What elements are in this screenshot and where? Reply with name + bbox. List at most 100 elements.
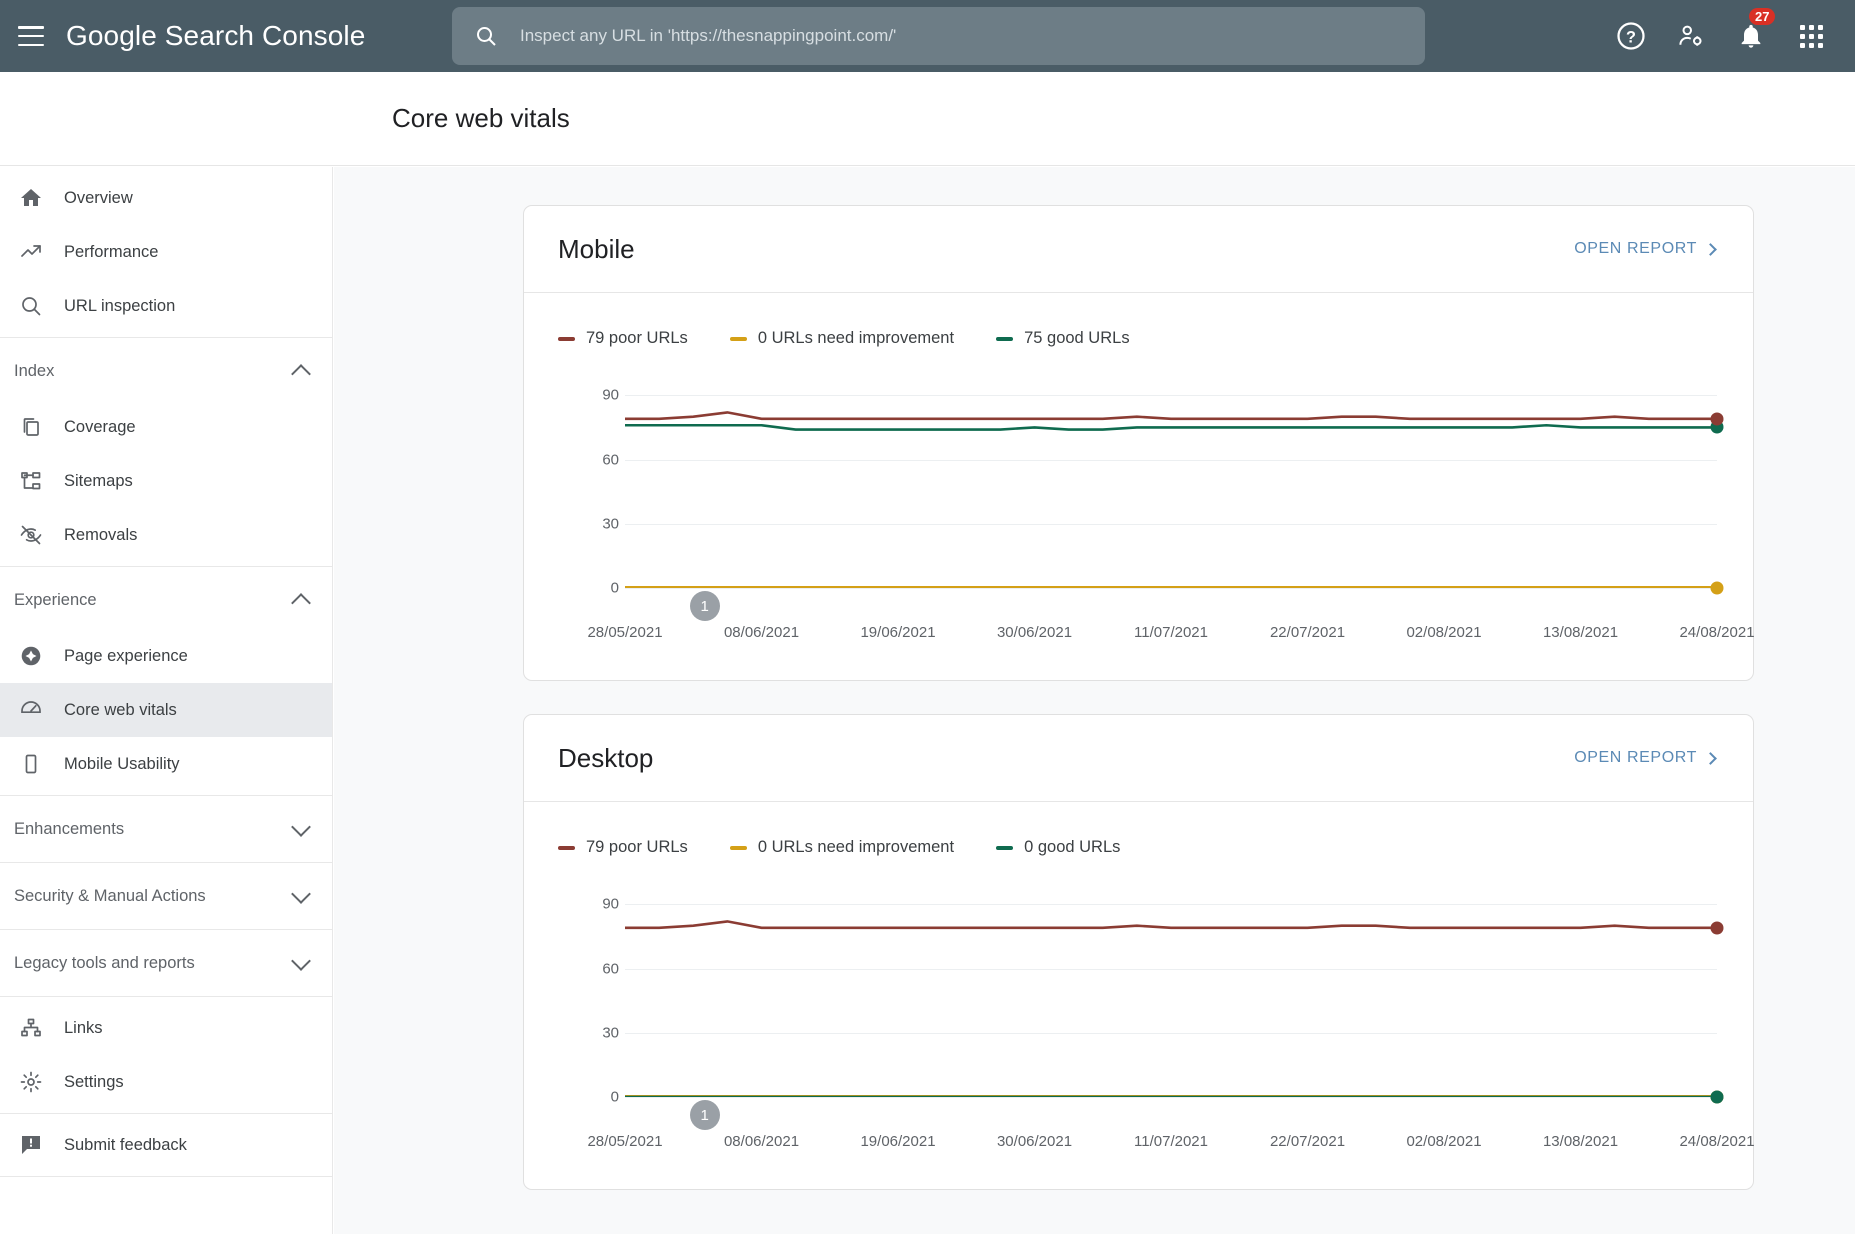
- x-axis-tick: 02/08/2021: [1406, 624, 1481, 641]
- apps-grid-icon[interactable]: [1781, 0, 1841, 72]
- legend-swatch-poor: [558, 846, 575, 850]
- x-axis-tick: 24/08/2021: [1679, 624, 1754, 641]
- links-icon: [18, 1015, 44, 1041]
- sitemap-icon: [18, 468, 44, 494]
- chevron-up-icon: [291, 593, 311, 613]
- brand-rest: Search Console: [157, 20, 366, 51]
- series-endpoint-dot[interactable]: [1711, 582, 1724, 595]
- top-header: Google Search Console ? 27: [0, 0, 1855, 72]
- trending-up-icon: [18, 239, 44, 265]
- sidebar-section-index[interactable]: Index: [0, 342, 332, 400]
- plot-area: 0306090: [625, 885, 1717, 1097]
- sidebar-section-legacy-tools-and-reports[interactable]: Legacy tools and reports: [0, 934, 332, 992]
- gear-icon: [18, 1069, 44, 1095]
- x-axis-tick: 22/07/2021: [1270, 1133, 1345, 1150]
- sidebar-section-label: Experience: [14, 591, 97, 610]
- chart-legend-mobile: 79 poor URLs 0 URLs need improvement 75 go…: [524, 293, 1753, 348]
- sidebar-item-core-web-vitals[interactable]: Core web vitals: [0, 683, 332, 737]
- series-lines: [625, 376, 1717, 588]
- y-axis-tick: 30: [559, 515, 619, 532]
- sidebar-item-label: Overview: [64, 189, 133, 208]
- gridline: [625, 1097, 1717, 1098]
- eye-off-icon: [18, 522, 44, 548]
- sidebar-section-label: Index: [14, 362, 54, 381]
- legend-label: 79 poor URLs: [586, 329, 688, 348]
- card-header: Desktop OPEN REPORT: [524, 715, 1753, 802]
- main-content: Mobile OPEN REPORT 79 poor URLs0 URLs ne…: [334, 167, 1855, 1234]
- core-web-vitals-chart-desktop: 28/05/202108/06/202119/06/202130/06/2021…: [524, 875, 1753, 1165]
- search-input[interactable]: [520, 26, 1380, 46]
- sidebar-section-security-manual-actions[interactable]: Security & Manual Actions: [0, 867, 332, 925]
- sidebar-item-label: Settings: [64, 1073, 124, 1092]
- x-axis-tick: 08/06/2021: [724, 624, 799, 641]
- help-circle-icon[interactable]: ?: [1601, 0, 1661, 72]
- sidebar-group: Overview PerformanceURL inspection: [0, 167, 332, 338]
- sidebar-section-experience[interactable]: Experience: [0, 571, 332, 629]
- y-axis-tick: 60: [559, 960, 619, 977]
- notification-bell-icon[interactable]: 27: [1721, 0, 1781, 72]
- legend-entry[interactable]: 0 URLs need improvement: [730, 838, 954, 857]
- series-line: [625, 425, 1717, 429]
- legend-entry[interactable]: 75 good URLs: [996, 329, 1130, 348]
- sidebar-item-submit-feedback[interactable]: Submit feedback: [0, 1118, 332, 1172]
- y-axis-tick: 90: [559, 387, 619, 404]
- sidebar-group: Index Coverage SitemapsRemovals: [0, 338, 332, 567]
- sidebar-item-label: Coverage: [64, 418, 136, 437]
- series-endpoint-dot[interactable]: [1711, 412, 1724, 425]
- sidebar-item-performance[interactable]: Performance: [0, 225, 332, 279]
- series-line: [625, 921, 1717, 927]
- core-web-vitals-card-mobile: Mobile OPEN REPORT 79 poor URLs0 URLs ne…: [523, 205, 1754, 681]
- legend-label: 79 poor URLs: [586, 838, 688, 857]
- core-web-vitals-card-desktop: Desktop OPEN REPORT 79 poor URLs 0 URLs n…: [523, 714, 1754, 1190]
- chart-annotation-marker[interactable]: 1: [690, 1100, 720, 1130]
- series-endpoint-dot[interactable]: [1711, 1091, 1724, 1104]
- sidebar-item-links[interactable]: Links: [0, 1001, 332, 1055]
- pages-copy-icon: [18, 414, 44, 440]
- chevron-down-icon: [291, 951, 311, 971]
- legend-label: 0 URLs need improvement: [758, 329, 954, 348]
- sidebar-item-removals[interactable]: Removals: [0, 508, 332, 562]
- chart-annotation-marker[interactable]: 1: [690, 591, 720, 621]
- y-axis-tick: 60: [559, 451, 619, 468]
- sidebar-item-settings[interactable]: Settings: [0, 1055, 332, 1109]
- open-report-link-desktop[interactable]: OPEN REPORT: [1574, 749, 1715, 767]
- legend-entry[interactable]: 79 poor URLs: [558, 329, 688, 348]
- sidebar-section-label: Legacy tools and reports: [14, 954, 195, 973]
- hamburger-menu-icon[interactable]: [18, 26, 44, 46]
- y-axis-tick: 90: [559, 896, 619, 913]
- series-endpoint-dot[interactable]: [1711, 921, 1724, 934]
- sidebar-item-sitemaps[interactable]: Sitemaps: [0, 454, 332, 508]
- sidebar-item-label: Core web vitals: [64, 701, 177, 720]
- chevron-right-icon: [1704, 752, 1717, 765]
- legend-entry[interactable]: 0 good URLs: [996, 838, 1120, 857]
- y-axis-tick: 30: [559, 1024, 619, 1041]
- brand-google: Google: [66, 20, 157, 51]
- chart-legend-desktop: 79 poor URLs 0 URLs need improvement 0 goo…: [524, 802, 1753, 857]
- home-icon: [18, 185, 44, 211]
- x-axis-tick: 02/08/2021: [1406, 1133, 1481, 1150]
- chevron-down-icon: [291, 884, 311, 904]
- sidebar-group: Links Settings: [0, 997, 332, 1114]
- sidebar-item-coverage[interactable]: Coverage: [0, 400, 332, 454]
- x-axis-tick: 22/07/2021: [1270, 624, 1345, 641]
- sidebar-section-enhancements[interactable]: Enhancements: [0, 800, 332, 858]
- page-title: Core web vitals: [392, 103, 570, 134]
- svg-text:?: ?: [1626, 28, 1636, 46]
- sidebar-item-url-inspection[interactable]: URL inspection: [0, 279, 332, 333]
- url-inspection-searchbox[interactable]: [452, 7, 1425, 65]
- gridline: [625, 588, 1717, 589]
- header-icon-group: ? 27: [1601, 0, 1841, 72]
- sidebar-section-label: Security & Manual Actions: [14, 887, 206, 906]
- legend-entry[interactable]: 0 URLs need improvement: [730, 329, 954, 348]
- series-line: [625, 412, 1717, 418]
- open-report-link-mobile[interactable]: OPEN REPORT: [1574, 240, 1715, 258]
- sidebar-group: Enhancements: [0, 796, 332, 863]
- x-axis-tick: 24/08/2021: [1679, 1133, 1754, 1150]
- sidebar-section-label: Enhancements: [14, 820, 124, 839]
- sidebar-item-overview[interactable]: Overview: [0, 171, 332, 225]
- sidebar-item-page-experience[interactable]: Page experience: [0, 629, 332, 683]
- account-settings-icon[interactable]: [1661, 0, 1721, 72]
- page-title-bar: Core web vitals: [0, 72, 1855, 166]
- legend-entry[interactable]: 79 poor URLs: [558, 838, 688, 857]
- sidebar-item-mobile-usability[interactable]: Mobile Usability: [0, 737, 332, 791]
